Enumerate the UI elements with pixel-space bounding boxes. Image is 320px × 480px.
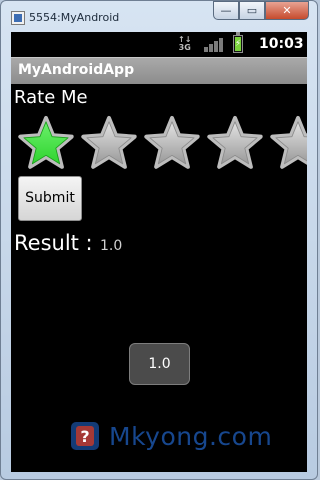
result-label: Result : — [14, 231, 93, 255]
android-screen: ↑↓ 3G ⚡ 10:03 MyAndroidApp Rate Me Submi… — [11, 32, 307, 472]
star-empty-icon[interactable] — [80, 114, 138, 172]
battery-icon: ⚡ — [233, 32, 243, 53]
rating-bar[interactable] — [17, 114, 307, 172]
signal-strength-icon — [204, 38, 224, 52]
result-value: 1.0 — [100, 238, 123, 254]
star-empty-icon[interactable] — [269, 114, 307, 172]
window-controls: — ▭ ✕ — [213, 1, 309, 20]
network-3g-icon: ↑↓ 3G — [178, 35, 192, 52]
network-label: 3G — [178, 43, 191, 52]
svg-text:?: ? — [80, 427, 89, 446]
maximize-button[interactable]: ▭ — [239, 1, 265, 20]
close-button[interactable]: ✕ — [265, 1, 309, 20]
window-title: 5554:MyAndroid — [29, 11, 120, 24]
watermark-logo-icon: ? — [71, 422, 99, 450]
status-bar: ↑↓ 3G ⚡ 10:03 — [11, 32, 307, 57]
star-filled-icon[interactable] — [17, 114, 75, 172]
window-app-icon — [11, 11, 25, 25]
star-empty-icon[interactable] — [143, 114, 201, 172]
toast-message: 1.0 — [129, 343, 190, 385]
watermark-text: Mkyong.com — [109, 422, 273, 451]
star-empty-icon[interactable] — [206, 114, 264, 172]
app-title-bar: MyAndroidApp — [11, 57, 307, 84]
submit-button[interactable]: Submit — [18, 176, 82, 221]
watermark: ? Mkyong.com — [69, 418, 299, 458]
emulator-window: 5554:MyAndroid — ▭ ✕ ↑↓ 3G ⚡ 10:03 MyAnd… — [0, 0, 318, 480]
app-title: MyAndroidApp — [18, 62, 135, 78]
status-time: 10:03 — [259, 36, 304, 52]
minimize-button[interactable]: — — [213, 1, 239, 20]
window-titlebar[interactable]: 5554:MyAndroid — ▭ ✕ — [1, 1, 317, 33]
rate-me-label: Rate Me — [14, 87, 88, 108]
